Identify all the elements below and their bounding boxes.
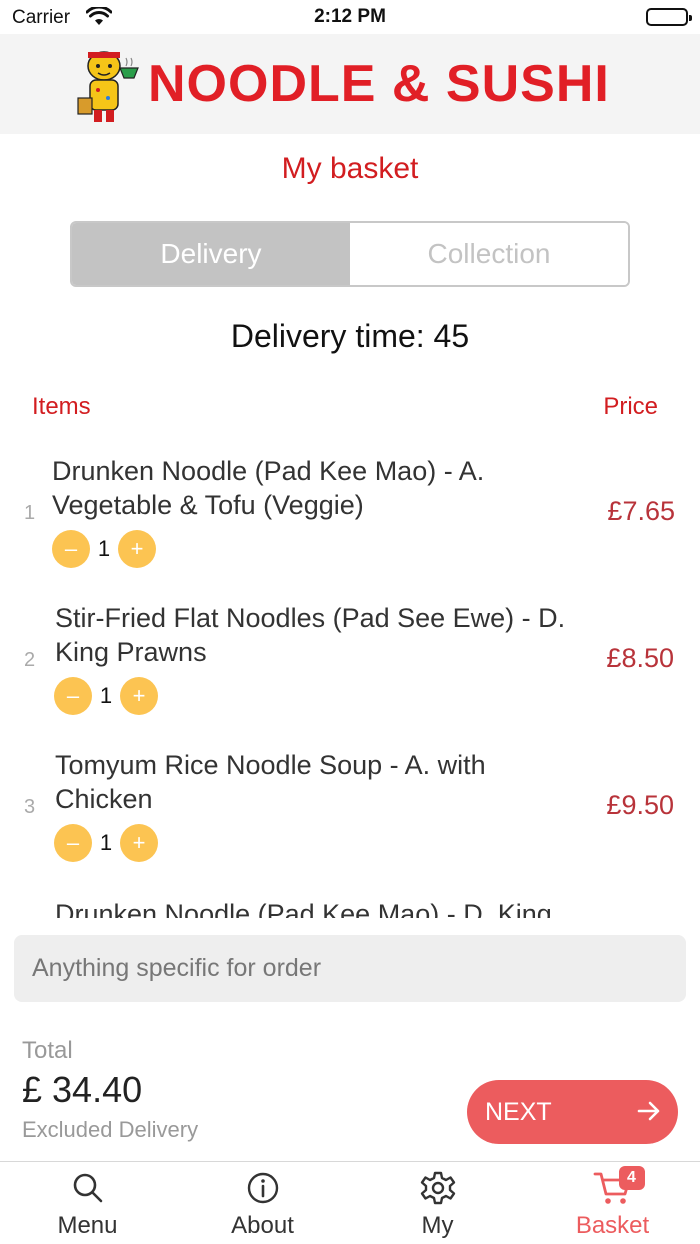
delivery-time: Delivery time: 45: [230, 318, 470, 354]
item-price: £8.50: [606, 643, 674, 673]
mascot-logo-icon: [74, 46, 144, 126]
arrow-right-icon: [636, 1098, 662, 1131]
battery-icon: [646, 8, 692, 26]
list-item: 1 Drunken Noodle (Pad Kee Mao) - A. Vege…: [0, 450, 700, 590]
basket-list[interactable]: 1 Drunken Noodle (Pad Kee Mao) - A. Vege…: [0, 440, 700, 918]
list-item: 3 Tomyum Rice Noodle Soup - A. with Chic…: [0, 744, 700, 884]
cart-icon: 4: [593, 1166, 645, 1206]
decrease-button[interactable]: –: [52, 530, 90, 568]
item-name: Drunken Noodle (Pad Kee Mao) - D. King: [55, 899, 552, 918]
cart-count-badge: 4: [618, 1166, 645, 1190]
total-value: £ 34.40: [22, 1069, 143, 1110]
items-column-header: Items: [32, 393, 91, 420]
quantity-stepper: – 1 +: [54, 824, 158, 862]
item-price: £9.50: [606, 790, 674, 820]
tab-menu[interactable]: Menu: [0, 1162, 175, 1244]
price-column-header: Price: [603, 393, 658, 420]
info-icon: [246, 1170, 280, 1206]
item-index: 2: [24, 649, 36, 671]
tab-about[interactable]: About: [175, 1162, 350, 1244]
status-bar: Carrier 2:12 PM: [0, 0, 700, 34]
total-label: Total: [22, 1037, 73, 1064]
quantity-value: 1: [97, 536, 111, 561]
delivery-segment[interactable]: Delivery: [72, 223, 350, 285]
item-price: £7.65: [607, 496, 675, 526]
tab-basket[interactable]: 4 Basket: [525, 1162, 700, 1244]
increase-button[interactable]: +: [118, 530, 156, 568]
app-header: NOODLE & SUSHI: [0, 34, 700, 134]
tab-bar: Menu About My 4 Basket: [0, 1161, 700, 1244]
item-name: Tomyum Rice Noodle Soup - A. with Chicke…: [55, 750, 486, 814]
decrease-button[interactable]: –: [54, 824, 92, 862]
increase-button[interactable]: +: [120, 677, 158, 715]
item-name: Drunken Noodle (Pad Kee Mao) - A. Vegeta…: [52, 456, 485, 520]
total-note: Excluded Delivery: [22, 1117, 199, 1142]
quantity-value: 1: [99, 830, 113, 855]
brand-name: NOODLE & SUSHI: [148, 55, 610, 113]
page-title: My basket: [281, 152, 419, 185]
next-label: NEXT: [485, 1097, 552, 1126]
quantity-stepper: – 1 +: [54, 677, 158, 715]
list-item: Drunken Noodle (Pad Kee Mao) - D. King: [0, 891, 700, 918]
decrease-button[interactable]: –: [54, 677, 92, 715]
collection-segment[interactable]: Collection: [350, 223, 628, 285]
quantity-value: 1: [99, 683, 113, 708]
quantity-stepper: – 1 +: [52, 530, 156, 568]
tab-label: Menu: [57, 1212, 118, 1239]
clock: 2:12 PM: [314, 6, 386, 27]
tab-label: About: [231, 1212, 294, 1239]
gear-icon: [420, 1170, 456, 1206]
item-index: 3: [24, 796, 36, 818]
list-item: 2 Stir-Fried Flat Noodles (Pad See Ewe) …: [0, 597, 700, 737]
item-index: 1: [24, 502, 36, 524]
item-name: Stir-Fried Flat Noodles (Pad See Ewe) - …: [55, 603, 566, 667]
increase-button[interactable]: +: [120, 824, 158, 862]
fulfilment-segmented-control: Delivery Collection: [70, 221, 630, 287]
search-icon: [72, 1170, 104, 1206]
next-button[interactable]: NEXT: [467, 1080, 678, 1144]
tab-my[interactable]: My: [350, 1162, 525, 1244]
tab-label: My: [421, 1212, 454, 1239]
order-note-input[interactable]: [14, 935, 686, 1002]
tab-label: Basket: [575, 1212, 650, 1239]
